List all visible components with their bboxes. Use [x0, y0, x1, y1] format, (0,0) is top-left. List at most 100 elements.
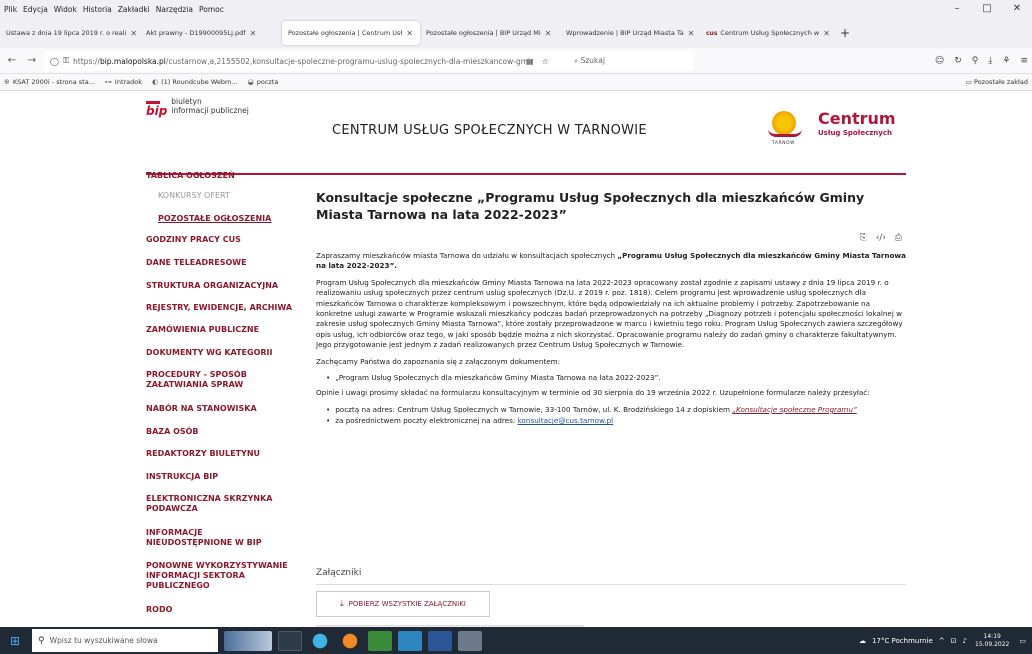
close-tab-icon[interactable]: ✕	[406, 29, 413, 38]
sidebar-item-ponowne[interactable]: PONOWNE WYKORZYSTYWANIE INFORMACJI SEKTO…	[146, 561, 296, 591]
extensions-icon[interactable]: ⚘	[1002, 56, 1010, 66]
code-icon[interactable]: ‹/›	[876, 233, 886, 243]
lock-icon[interactable]: ⚿	[63, 56, 69, 66]
menu-widok[interactable]: Widok	[54, 5, 77, 14]
sidebar-item-instrukcja[interactable]: INSTRUKCJA BIP	[146, 472, 218, 482]
maximize-button[interactable]: □	[972, 0, 1002, 18]
sidebar-item-procedury[interactable]: PROCEDURY - SPOSÓB ZAŁATWIANIA SPRAW	[146, 370, 276, 390]
cus-logo[interactable]: TARNÓW Centrum Usług Społecznych	[766, 107, 906, 153]
firefox-icon[interactable]	[338, 630, 362, 651]
forward-arrow-icon[interactable]: →	[24, 55, 40, 66]
close-tab-icon[interactable]: ✕	[823, 29, 830, 38]
sidebar-item-zamowienia[interactable]: ZAMÓWIENIA PUBLICZNE	[146, 325, 259, 335]
address-bar[interactable]: ◯ ⚿ https://bip.malopolska.pl/custarnow,…	[44, 51, 694, 71]
bip-line2: informacji publicznej	[171, 106, 249, 115]
tray-chevron-icon[interactable]: ^	[939, 637, 945, 645]
sidebar-item-rodo[interactable]: RODO	[146, 605, 172, 615]
sidebar-item-tablica[interactable]: TABLICA OGŁOSZEŃ	[146, 171, 235, 181]
speaker-icon[interactable]: ♪	[963, 637, 967, 645]
news-widget-icon[interactable]	[224, 630, 272, 651]
other-bookmarks[interactable]: ▭ Pozostałe zakład	[966, 78, 1028, 86]
back-arrow-icon[interactable]: ←	[4, 55, 20, 66]
new-tab-button[interactable]: +	[840, 26, 850, 40]
browser-tab[interactable]: Ustawa z dnia 19 lipca 2019 r. o reali ✕	[0, 21, 140, 45]
download-all-button[interactable]: ⤓ POBIERZ WSZYSTKIE ZAŁĄCZNIKI	[316, 591, 490, 617]
menu-bar: Plik Edycja Widok Historia Zakładki Narz…	[0, 0, 1032, 18]
close-tab-icon[interactable]: ✕	[250, 29, 257, 38]
sidebar-item-rejestry[interactable]: REJESTRY, EWIDENCJE, ARCHIWA	[146, 303, 292, 313]
sidebar-item-godziny[interactable]: GODZINY PRACY CUS	[146, 235, 241, 245]
sidebar-item-dane[interactable]: DANE TELEADRESOWE	[146, 258, 247, 268]
pdf-icon[interactable]: ⎘	[860, 233, 867, 243]
word-icon[interactable]	[428, 630, 452, 651]
bookmark-ksat[interactable]: ⊕ KSAT 2000i - strona sta...	[4, 78, 95, 86]
sidebar-item-skrzynka[interactable]: ELEKTRONICZNA SKRZYNKA PODAWCZA	[146, 494, 274, 514]
menu-historia[interactable]: Historia	[83, 5, 112, 14]
network-icon[interactable]: ⊡	[951, 637, 957, 645]
email-link[interactable]: konsultacje@cus.tarnow.pl	[518, 416, 614, 425]
bip-logo[interactable]: bip biuletyn informacji publicznej	[146, 97, 249, 117]
edge-browser-icon[interactable]	[308, 630, 332, 651]
sidebar-item-redaktorzy[interactable]: REDAKTORZY BIULETYNU	[146, 449, 260, 459]
swoosh-icon	[768, 129, 802, 137]
minimize-button[interactable]: –	[942, 0, 972, 18]
tab-label: Pozostałe ogłoszenia | Centrum Usł	[288, 29, 403, 37]
menu-zakladki[interactable]: Zakładki	[118, 5, 150, 14]
menu-edycja[interactable]: Edycja	[23, 5, 48, 14]
header-divider	[146, 173, 906, 175]
bookmark-star-icon[interactable]: ☆	[542, 57, 549, 66]
notifications-icon[interactable]: ▭	[1019, 637, 1026, 645]
attachments-divider	[316, 584, 906, 585]
windows-taskbar: ⊞ ⚲ Wpisz tu wyszukiwane słowa ☁ 17°C Po…	[0, 627, 1032, 654]
bookmark-roundcube[interactable]: ◐ (1) Roundcube Webm...	[152, 78, 238, 86]
zoom-icon[interactable]: ⚲	[972, 56, 979, 66]
tab-label: Akt prawny - D19900095Lj.pdf	[146, 29, 246, 37]
browser-tab-active[interactable]: Pozostałe ogłoszenia | Centrum Usł ✕	[282, 21, 420, 45]
mail-icon: ◒	[247, 78, 254, 86]
shield-icon[interactable]: ◯	[50, 57, 59, 66]
clock-date: 15.09.2022	[975, 640, 1010, 648]
menu-hamburger-icon[interactable]: ≡	[1020, 56, 1028, 66]
sidebar-item-baza[interactable]: BAZA OSÓB	[146, 427, 199, 437]
sidebar-item-nabor[interactable]: NABÓR NA STANOWISKA	[146, 404, 257, 414]
account-icon[interactable]: ☺	[935, 56, 944, 66]
browser-tab[interactable]: cus Centrum Usług Społecznych w ✕	[700, 21, 836, 45]
clock[interactable]: 14:19 15.09.2022	[975, 633, 1009, 649]
sidebar-item-dokumenty[interactable]: DOKUMENTY WG KATEGORII	[146, 348, 273, 358]
taskbar-search[interactable]: ⚲ Wpisz tu wyszukiwane słowa	[32, 629, 218, 652]
article-body: Zapraszamy mieszkańców miasta Tarnowa do…	[316, 251, 906, 432]
system-tray: ☁ 17°C Pochmurnie ^ ⊡ ♪ 14:19 15.09.2022…	[853, 627, 1026, 654]
sidebar-item-pozostale[interactable]: POZOSTAŁE OGŁOSZENIA	[158, 214, 271, 223]
close-window-button[interactable]: ✕	[1002, 0, 1032, 18]
navigation-bar: ← → ◯ ⚿ https://bip.malopolska.pl/custar…	[0, 48, 1032, 74]
document-app-icon[interactable]	[458, 630, 482, 651]
browser-tab[interactable]: Wprowadzenie | BIP Urząd Miasta Ta ✕	[560, 21, 700, 45]
close-tab-icon[interactable]: ✕	[130, 29, 137, 38]
menu-narzedzia[interactable]: Narzędzia	[156, 5, 193, 14]
reader-view-icon[interactable]: ▤	[526, 57, 534, 66]
bookmark-poczta[interactable]: ◒ poczta	[248, 78, 279, 86]
menu-plik[interactable]: Plik	[4, 5, 17, 14]
cus-favicon-icon: cus	[706, 29, 718, 37]
print-icon[interactable]: ⎙	[895, 233, 902, 243]
sidebar-item-konkursy[interactable]: KONKURSY OFERT	[158, 191, 230, 200]
sidebar-item-struktura[interactable]: STRUKTURA ORGANIZACYJNA	[146, 281, 278, 291]
browser-tab[interactable]: Akt prawny - D19900095Lj.pdf ✕	[140, 21, 282, 45]
sidebar-item-nieudostepnione[interactable]: INFORMACJE NIEUDOSTĘPNIONE W BIP	[146, 528, 288, 548]
close-tab-icon[interactable]: ✕	[545, 29, 552, 38]
search-box[interactable]: ⌕ Szukaj	[574, 56, 605, 66]
menu-pomoc[interactable]: Pomoc	[199, 5, 224, 14]
download-all-label: POBIERZ WSZYSTKIE ZAŁĄCZNIKI	[348, 600, 466, 608]
mail-app-icon[interactable]	[398, 630, 422, 651]
browser-tab[interactable]: Pozostałe ogłoszenia | BIP Urząd Mi ✕	[420, 21, 560, 45]
refresh-icon[interactable]: ↻	[954, 56, 962, 66]
bookmark-intradok[interactable]: ⊶ Intradok	[105, 78, 142, 86]
file-manager-icon[interactable]	[368, 630, 392, 651]
weather-text[interactable]: 17°C Pochmurnie	[872, 637, 933, 645]
close-tab-icon[interactable]: ✕	[688, 29, 695, 38]
windows-start-icon[interactable]: ⊞	[0, 634, 30, 648]
url-text[interactable]: https://bip.malopolska.pl/custarnow,a,21…	[73, 57, 533, 66]
list-item: za pośrednictwem poczty elektronicznej n…	[326, 416, 906, 426]
download-icon[interactable]: ⤓	[988, 56, 992, 66]
task-view-icon[interactable]	[278, 630, 302, 651]
